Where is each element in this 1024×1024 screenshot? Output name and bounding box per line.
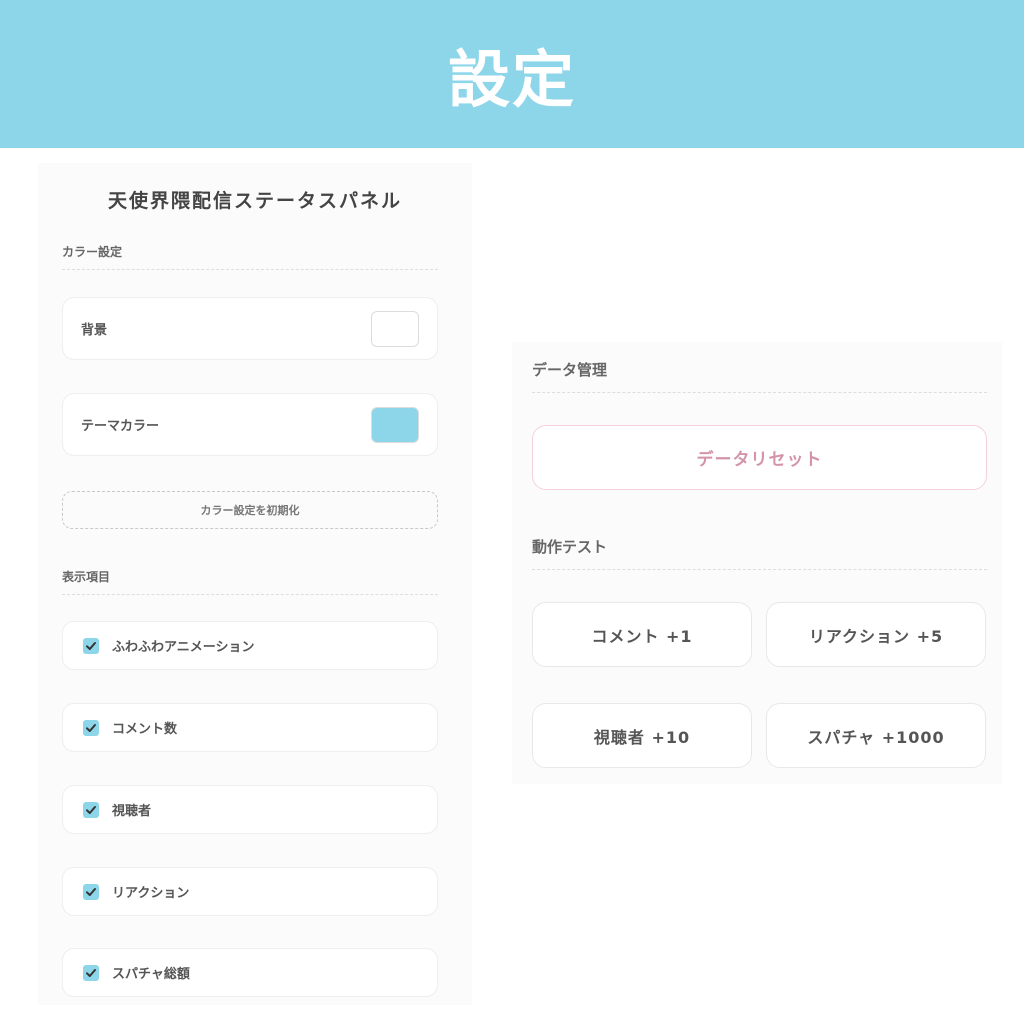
theme-color-picker[interactable] [371,407,419,443]
display-item-superchat-total[interactable]: スパチャ総額 [62,948,438,997]
color-settings-divider [62,269,438,270]
test-superchat-button[interactable]: スパチャ +1000 [766,703,986,768]
display-item-fuwafuwa-animation[interactable]: ふわふわアニメーション [62,621,438,670]
checkbox-checked-icon[interactable] [83,719,99,736]
display-item-label: スパチャ総額 [112,967,190,982]
checkbox-checked-icon[interactable] [83,801,99,818]
theme-color-row: テーマカラー [62,393,438,456]
page-title: 設定 [447,43,576,116]
background-color-row: 背景 [62,297,438,360]
display-item-comment-count[interactable]: コメント数 [62,703,438,752]
color-settings-label: カラー設定 [62,245,123,259]
display-items-label: 表示項目 [62,570,111,584]
display-item-label: リアクション [112,886,190,901]
display-item-viewers[interactable]: 視聴者 [62,785,438,834]
theme-color-label: テーマカラー [81,419,160,434]
operation-test-label: 動作テスト [532,538,608,556]
reset-colors-button[interactable]: カラー設定を初期化 [62,491,438,529]
background-color-label: 背景 [81,323,108,338]
test-comment-button[interactable]: コメント +1 [532,602,752,667]
data-management-divider [532,392,987,393]
display-item-reactions[interactable]: リアクション [62,867,438,916]
test-reaction-button[interactable]: リアクション +5 [766,602,986,667]
background-color-picker[interactable] [371,311,419,347]
display-items-divider [62,594,438,595]
data-management-label: データ管理 [532,361,608,379]
display-item-label: ふわふわアニメーション [112,640,255,655]
operation-test-divider [532,569,987,570]
test-viewers-button[interactable]: 視聴者 +10 [532,703,752,768]
data-reset-button[interactable]: データリセット [532,425,987,490]
panel-title: 天使界隈配信ステータスパネル [107,190,402,212]
display-item-label: 視聴者 [112,804,152,819]
checkbox-checked-icon[interactable] [83,637,99,654]
checkbox-checked-icon[interactable] [83,883,99,900]
display-item-label: コメント数 [112,722,178,737]
checkbox-checked-icon[interactable] [83,964,99,981]
header-bar: 設定 [0,0,1024,148]
